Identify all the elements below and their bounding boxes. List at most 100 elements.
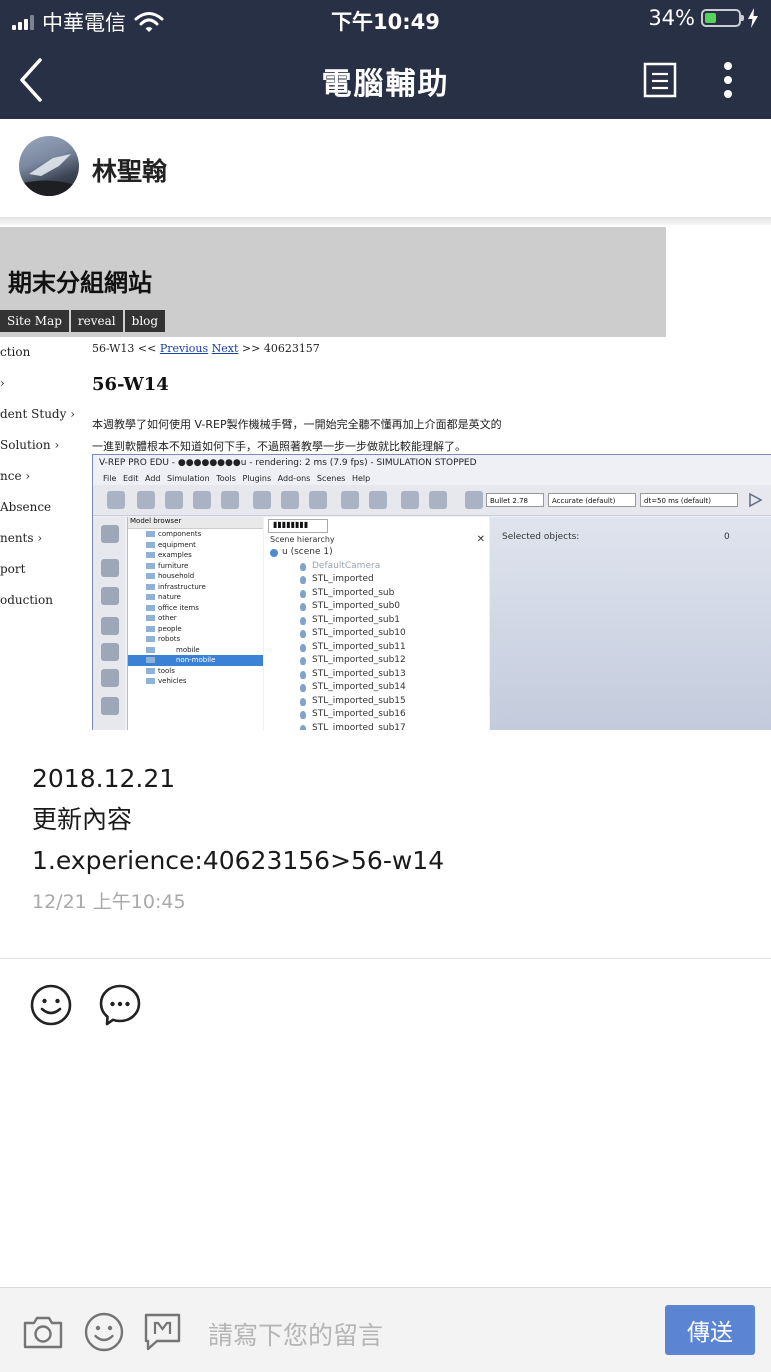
- model-folder: household: [128, 571, 263, 582]
- top-bar: 中華電信 下午10:49 34% 電腦輔助: [0, 0, 771, 119]
- model-folder: nature: [128, 592, 263, 603]
- side-nav-item: port: [0, 562, 26, 576]
- emoji-reaction-icon[interactable]: [29, 983, 73, 1027]
- vrep-menu-item: Help: [351, 474, 371, 483]
- side-nav-item: ction: [0, 345, 31, 359]
- side-nav-item: Absence: [0, 500, 52, 514]
- rotate-icon: [137, 491, 155, 509]
- avatar[interactable]: [19, 136, 79, 196]
- function-icon: [101, 587, 119, 605]
- script-icon: [101, 643, 119, 661]
- previous-link: Previous: [159, 342, 209, 355]
- divider: [0, 217, 771, 225]
- selected-objects-count: 0: [724, 532, 730, 542]
- post-body: 2018.12.21 更新內容 1.experience:40623156>56…: [32, 758, 444, 881]
- vrep-menu-item: Tools: [216, 474, 236, 483]
- model-folder: tools: [128, 666, 263, 677]
- site-side-nav: ction › dent Study › Solution › nce › Ab…: [0, 345, 75, 624]
- side-nav-item: dent Study ›: [0, 407, 75, 421]
- select-icon: [253, 491, 271, 509]
- comment-input[interactable]: 請寫下您的留言: [208, 1316, 383, 1352]
- scene-row: STL_imported_sub13: [268, 668, 406, 682]
- post-line: 2018.12.21: [32, 764, 176, 793]
- model-folder-selected: non-mobile: [128, 655, 263, 666]
- site-tab: Site Map: [0, 310, 69, 332]
- vrep-title: V-REP PRO EDU - ●●●●●●●●u - rendering: 2…: [99, 458, 477, 468]
- post-image[interactable]: 期末分組網站 Site Map reveal blog ction › dent…: [0, 225, 771, 730]
- object-rotate-icon: [309, 491, 327, 509]
- divider: [0, 958, 771, 959]
- robot-arm-icon: [101, 697, 119, 715]
- model-folder: people: [128, 624, 263, 635]
- scene-hierarchy-header: Scene hierarchy: [270, 535, 335, 544]
- vrep-menu-item: Edit: [122, 474, 139, 483]
- vrep-menu-item: Plugins: [242, 474, 272, 483]
- model-folder: examples: [128, 550, 263, 561]
- scene-row: STL_imported_sub10: [268, 627, 406, 641]
- vrep-window: V-REP PRO EDU - ●●●●●●●●u - rendering: 2…: [92, 454, 771, 730]
- close-icon: ✕: [476, 534, 485, 545]
- nav-bar: 電腦輔助: [0, 40, 771, 119]
- model-folder: mobile: [128, 645, 263, 656]
- model-folder: infrastructure: [128, 582, 263, 593]
- vrep-viewport: Selected objects: 0: [490, 517, 771, 730]
- battery-fill: [705, 13, 716, 23]
- document-icon[interactable]: [643, 62, 677, 98]
- model-browser-header: Model browser: [128, 517, 263, 529]
- vrep-menu-item: Add-ons: [277, 474, 311, 483]
- undo-icon: [401, 491, 419, 509]
- battery-icon: [701, 9, 744, 27]
- breadcrumb: 56-W13 << Previous Next >> 40623157: [92, 342, 320, 355]
- side-nav-item: Solution ›: [0, 438, 60, 452]
- model-browser: Model browser components equipment examp…: [127, 517, 263, 730]
- post-line: 更新內容: [32, 805, 133, 834]
- scene-row: STL_imported_sub: [268, 587, 406, 601]
- scene-row: DefaultCamera: [268, 560, 406, 574]
- side-nav-item: ›: [0, 376, 5, 390]
- scene-row: STL_imported_sub0: [268, 600, 406, 614]
- side-nav-item: nce ›: [0, 469, 31, 483]
- zoom-icon: [101, 559, 119, 577]
- send-button[interactable]: 傳送: [665, 1305, 755, 1355]
- scene-row: STL_imported: [268, 573, 406, 587]
- timestep-dropdown: dt=50 ms (default): [640, 493, 738, 507]
- sticker-icon[interactable]: [142, 1311, 184, 1353]
- paragraph-line: 本週教學了如何使用 V-REP製作機械手臂，一開始完全聽不懂再加上介面都是英文的: [92, 418, 502, 431]
- breadcrumb-prefix: 56-W13 <<: [92, 342, 157, 355]
- breadcrumb-suffix: >> 40623157: [241, 342, 320, 355]
- comment-icon[interactable]: [98, 983, 142, 1027]
- site-title: 期末分組網站: [8, 269, 152, 297]
- page-heading: 56-W14: [92, 374, 169, 395]
- status-right: 34%: [648, 6, 759, 30]
- model-folder: equipment: [128, 540, 263, 551]
- battery-percent: 34%: [648, 6, 695, 30]
- site-tab: blog: [124, 310, 166, 332]
- assemble-icon: [341, 491, 359, 509]
- post-line: 1.experience:40623156>56-w14: [32, 846, 445, 875]
- camera-icon[interactable]: [22, 1311, 64, 1353]
- status-bar: 中華電信 下午10:49 34%: [0, 0, 771, 40]
- scene-row: STL_imported_sub14: [268, 681, 406, 695]
- model-folder: other: [128, 613, 263, 624]
- scene-row: STL_imported_sub12: [268, 654, 406, 668]
- vrep-menu-item: Add: [144, 474, 161, 483]
- emoji-icon[interactable]: [83, 1311, 125, 1353]
- side-nav-item: nents ›: [0, 531, 43, 545]
- author-name[interactable]: 林聖翰: [92, 152, 167, 188]
- vrep-left-toolbar: [93, 517, 125, 730]
- selected-objects-label: Selected objects:: [502, 532, 580, 542]
- scene-row: STL_imported_sub16: [268, 708, 406, 722]
- more-options-icon[interactable]: [716, 60, 740, 100]
- move-icon: [107, 491, 125, 509]
- comment-input-bar: 請寫下您的留言 傳送: [0, 1287, 771, 1372]
- object-move-icon: [281, 491, 299, 509]
- scene-row: STL_imported_sub1: [268, 614, 406, 628]
- vrep-menu-item: Simulation: [167, 474, 210, 483]
- scene-row: STL_imported_sub17: [268, 722, 406, 730]
- model-folder: robots: [128, 634, 263, 645]
- scene-rows: u (scene 1) DefaultCamera STL_imported S…: [268, 546, 406, 730]
- redo-icon: [429, 491, 447, 509]
- side-nav-item: oduction: [0, 593, 53, 607]
- model-icon: [101, 669, 119, 687]
- scene-row: STL_imported_sub11: [268, 641, 406, 655]
